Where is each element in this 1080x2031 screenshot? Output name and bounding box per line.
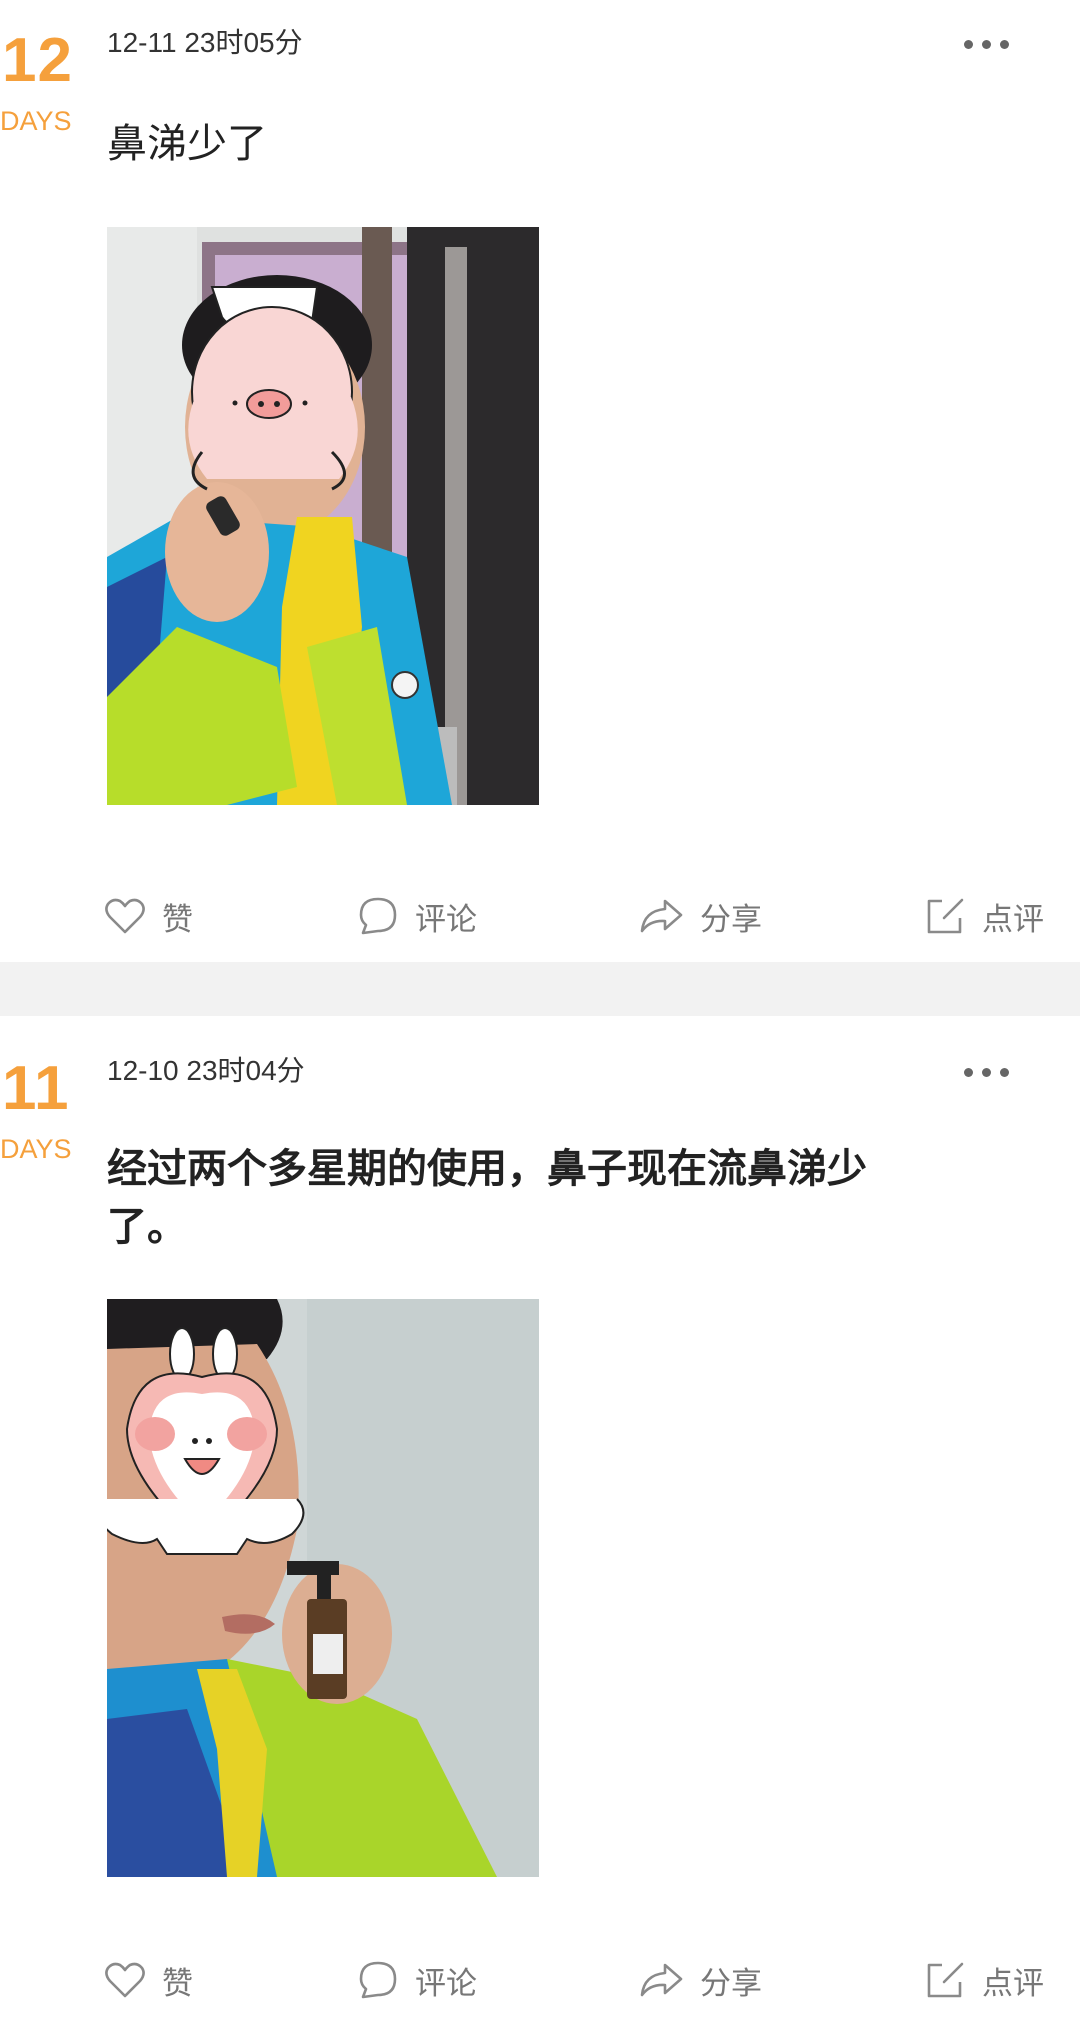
like-label: 赞 <box>162 901 193 938</box>
post-action-bar: 赞 评论 分享 点评 <box>0 1954 1080 2006</box>
post-timestamp: 12-10 23时04分 <box>107 1055 305 1086</box>
day-count: 11 <box>2 1054 70 1123</box>
like-button[interactable]: 赞 <box>104 890 193 942</box>
more-dots-icon[interactable] <box>962 36 1012 52</box>
review-label: 点评 <box>982 1965 1044 2002</box>
journal-post: 11 DAYS 12-10 23时04分 经过两个多星期的使用，鼻子现在流鼻涕少… <box>0 1016 1080 2031</box>
share-arrow-icon <box>640 1963 683 1997</box>
share-button[interactable]: 分享 <box>638 890 762 942</box>
share-arrow-icon <box>640 899 683 933</box>
edit-note-icon <box>927 1962 964 1998</box>
day-unit-label: DAYS <box>0 1134 72 1164</box>
like-label: 赞 <box>162 1965 193 2002</box>
post-separator <box>0 962 1080 1016</box>
post-photo[interactable] <box>107 1299 539 1877</box>
post-text-line: 经过两个多星期的使用，鼻子现在流鼻涕少 <box>107 1146 867 1192</box>
comment-bubble-icon <box>359 897 397 935</box>
comment-button[interactable]: 评论 <box>357 1954 477 2006</box>
more-dots-icon[interactable] <box>962 1064 1012 1080</box>
journal-post: 12 DAYS 12-11 23时05分 鼻涕少了 赞 评论 分享 点评 <box>0 0 1080 962</box>
review-button[interactable]: 点评 <box>924 890 1044 942</box>
post-text-line: 了。 <box>107 1204 187 1250</box>
post-text: 鼻涕少了 <box>107 121 267 167</box>
photo-boy-spray-bottle <box>107 1299 539 1877</box>
share-label: 分享 <box>700 901 762 938</box>
heart-icon <box>105 1962 145 1998</box>
share-label: 分享 <box>700 1965 762 2002</box>
comment-bubble-icon <box>359 1961 397 1999</box>
comment-label: 评论 <box>415 901 477 938</box>
review-label: 点评 <box>982 901 1044 938</box>
heart-icon <box>105 898 145 934</box>
post-photo[interactable] <box>107 227 539 805</box>
post-action-bar: 赞 评论 分享 点评 <box>0 890 1080 942</box>
day-unit-label: DAYS <box>0 106 72 136</box>
photo-boy-nasal-spray <box>107 227 539 805</box>
like-button[interactable]: 赞 <box>104 1954 193 2006</box>
share-button[interactable]: 分享 <box>638 1954 762 2006</box>
day-count: 12 <box>2 26 73 95</box>
post-timestamp: 12-11 23时05分 <box>107 27 303 58</box>
edit-note-icon <box>927 898 964 934</box>
review-button[interactable]: 点评 <box>924 1954 1044 2006</box>
comment-button[interactable]: 评论 <box>357 890 477 942</box>
comment-label: 评论 <box>415 1965 477 2002</box>
